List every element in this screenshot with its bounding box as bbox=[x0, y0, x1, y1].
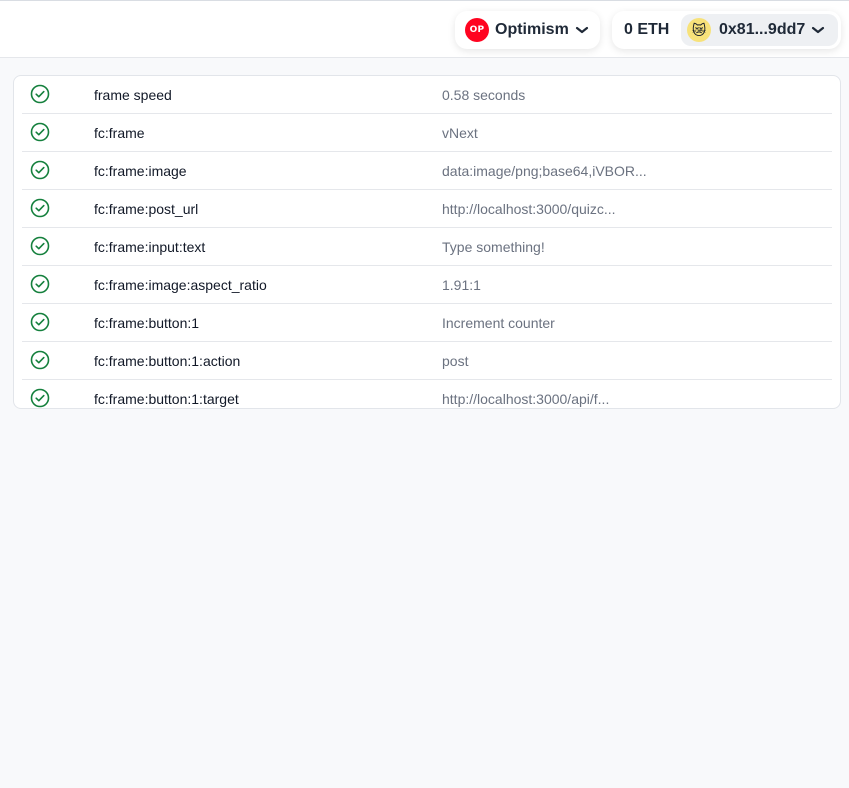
meta-value: http://localhost:3000/quizc... bbox=[442, 200, 616, 217]
table-row: fc:frame:image data:image/png;base64,iVBO… bbox=[22, 152, 832, 190]
meta-key: fc:frame:button:1:action bbox=[94, 352, 241, 369]
meta-value: data:image/png;base64,iVBOR... bbox=[442, 162, 647, 179]
check-circle-icon bbox=[30, 388, 50, 408]
check-circle-icon bbox=[30, 84, 50, 104]
meta-value: vNext bbox=[442, 124, 478, 141]
account-button[interactable]: 😿 0x81...9dd7 bbox=[681, 14, 838, 46]
chevron-down-icon bbox=[812, 26, 825, 34]
table-row: fc:frame:post_url http://localhost:3000/q… bbox=[22, 190, 832, 228]
meta-key: fc:frame:image:aspect_ratio bbox=[94, 276, 267, 293]
eth-balance: 0 ETH bbox=[624, 21, 670, 38]
chain-label: Optimism bbox=[495, 21, 569, 38]
check-circle-icon bbox=[30, 350, 50, 370]
table-row: frame speed 0.58 seconds bbox=[22, 76, 832, 114]
check-circle-icon bbox=[30, 236, 50, 256]
check-circle-icon bbox=[30, 122, 50, 142]
check-circle-icon bbox=[30, 274, 50, 294]
meta-key: fc:frame:input:text bbox=[94, 238, 206, 255]
meta-key: frame speed bbox=[94, 86, 172, 103]
chain-selector-button[interactable]: OP Optimism bbox=[455, 11, 600, 49]
avatar: 😿 bbox=[687, 18, 711, 42]
account-panel: 0 ETH 😿 0x81...9dd7 bbox=[612, 11, 841, 49]
table-row: fc:frame:image:aspect_ratio 1.91:1 bbox=[22, 266, 832, 304]
optimism-logo-icon: OP bbox=[465, 18, 489, 42]
meta-key: fc:frame bbox=[94, 124, 145, 141]
meta-key: fc:frame:button:1 bbox=[94, 314, 200, 331]
check-circle-icon bbox=[30, 160, 50, 180]
table-row: fc:frame vNext bbox=[22, 114, 832, 152]
meta-key: fc:frame:button:1:target bbox=[94, 390, 239, 407]
table-row: fc:frame:input:text Type something! bbox=[22, 228, 832, 266]
top-bar: OP Optimism 0 ETH 😿 0x81...9dd7 bbox=[0, 0, 849, 58]
meta-value: post bbox=[442, 352, 469, 369]
meta-value: 1.91:1 bbox=[442, 276, 481, 293]
table-row: fc:frame:button:1:target http://localhost… bbox=[22, 380, 832, 417]
meta-key: fc:frame:post_url bbox=[94, 200, 199, 217]
meta-value: Increment counter bbox=[442, 314, 555, 331]
meta-key: fc:frame:image bbox=[94, 162, 187, 179]
meta-value: Type something! bbox=[442, 238, 545, 255]
frame-meta-table: frame speed 0.58 seconds fc:frame vNext fc:f… bbox=[13, 75, 841, 409]
chevron-down-icon bbox=[575, 26, 588, 34]
check-circle-icon bbox=[30, 198, 50, 218]
account-address: 0x81...9dd7 bbox=[719, 21, 806, 38]
table-row: fc:frame:button:1 Increment counter bbox=[22, 304, 832, 342]
meta-value: 0.58 seconds bbox=[442, 86, 526, 103]
check-circle-icon bbox=[30, 312, 50, 332]
table-row: fc:frame:button:1:action post bbox=[22, 342, 832, 380]
meta-value: http://localhost:3000/api/f... bbox=[442, 390, 610, 407]
